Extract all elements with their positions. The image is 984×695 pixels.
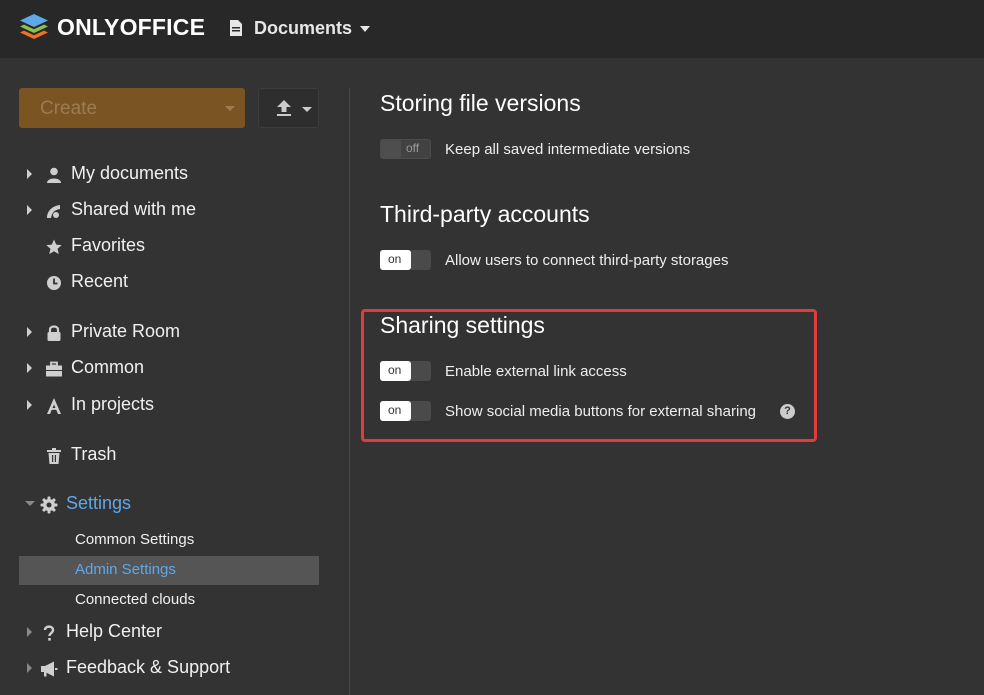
help-icon[interactable]: ? <box>780 404 795 419</box>
expand-arrow-icon[interactable] <box>27 327 32 337</box>
sidebar-item-label: Shared with me <box>71 199 197 219</box>
sidebar-item-label: Favorites <box>71 235 146 255</box>
sidebar-subitem-common-settings[interactable]: Common Settings <box>19 526 319 555</box>
sidebar-item-common[interactable]: Common <box>0 354 330 384</box>
sidebar-item-in-projects[interactable]: In projects <box>0 391 330 421</box>
keep-versions-toggle[interactable]: off <box>380 139 431 159</box>
lock-icon <box>47 325 61 341</box>
sidebar-item-favorites[interactable]: Favorites <box>0 232 330 262</box>
toggle-state: off <box>406 141 420 155</box>
section-title-storing-file-versions: Storing file versions <box>380 90 581 116</box>
sidebar-item-feedback-support[interactable]: Feedback & Support <box>0 654 330 684</box>
question-icon <box>43 625 55 641</box>
third-party-storages-label: Allow users to connect third-party stora… <box>445 252 729 269</box>
module-switcher-label[interactable]: Documents <box>254 18 352 39</box>
sidebar-item-shared-with-me[interactable]: Shared with me <box>0 196 330 226</box>
upload-button[interactable] <box>258 88 319 128</box>
sidebar-item-label: Common <box>71 357 145 377</box>
clock-icon <box>47 276 61 290</box>
brand-name[interactable]: ONLYOFFICE <box>57 14 205 41</box>
section-title-sharing-settings: Sharing settings <box>380 312 545 338</box>
sidebar-item-label: Feedback & Support <box>66 657 231 677</box>
sidebar-item-label: Help Center <box>66 621 163 641</box>
sidebar-item-label: Private Room <box>71 321 181 341</box>
sidebar-item-recent[interactable]: Recent <box>0 268 330 298</box>
create-button-label: Create <box>40 98 98 119</box>
document-icon <box>230 20 242 36</box>
toggle-state: on <box>388 363 402 377</box>
section-title-third-party-accounts: Third-party accounts <box>380 201 590 227</box>
sidebar-subitem-connected-clouds[interactable]: Connected clouds <box>19 586 319 615</box>
social-media-buttons-label: Show social media buttons for external s… <box>445 403 757 420</box>
toggle-knob <box>381 140 401 158</box>
trash-icon <box>47 448 61 464</box>
expand-arrow-icon[interactable] <box>27 205 32 215</box>
sidebar-item-private-room[interactable]: Private Room <box>0 318 330 348</box>
chevron-down-icon[interactable] <box>360 26 370 32</box>
projects-icon <box>47 398 61 414</box>
expand-arrow-icon[interactable] <box>27 363 32 373</box>
sidebar-item-label: In projects <box>71 394 155 414</box>
third-party-storages-toggle[interactable]: on <box>380 250 431 270</box>
person-icon <box>47 167 61 183</box>
toggle-state: on <box>388 403 402 417</box>
sidebar-item-label: Recent <box>71 271 129 291</box>
briefcase-icon <box>46 361 62 377</box>
star-icon <box>46 239 62 255</box>
expand-arrow-icon[interactable] <box>27 400 32 410</box>
sidebar-item-label: Settings <box>66 493 132 513</box>
sidebar-item-help-center[interactable]: Help Center <box>0 618 330 648</box>
sidebar-divider <box>349 88 350 695</box>
sidebar-item-trash[interactable]: Trash <box>0 441 330 471</box>
share-icon <box>47 205 60 218</box>
sidebar-subitem-label: Connected clouds <box>75 591 196 608</box>
toggle-state: on <box>388 252 402 266</box>
collapse-arrow-icon[interactable] <box>25 501 35 506</box>
sidebar-item-label: My documents <box>71 163 189 183</box>
onlyoffice-logo-icon[interactable] <box>18 12 50 44</box>
megaphone-icon <box>41 661 58 677</box>
expand-arrow-icon[interactable] <box>27 627 32 637</box>
sidebar-subitem-label: Admin Settings <box>75 561 176 578</box>
gear-icon <box>40 496 58 514</box>
top-bar: ONLYOFFICE Documents <box>0 0 984 58</box>
sidebar-subitem-admin-settings[interactable]: Admin Settings <box>19 556 319 585</box>
expand-arrow-icon[interactable] <box>27 663 32 673</box>
sidebar-item-my-documents[interactable]: My documents <box>0 160 330 190</box>
sidebar-subitem-label: Common Settings <box>75 531 195 548</box>
keep-versions-label: Keep all saved intermediate versions <box>445 141 691 158</box>
chevron-down-icon <box>302 107 312 112</box>
external-link-access-toggle[interactable]: on <box>380 361 431 381</box>
chevron-down-icon <box>225 106 235 111</box>
sidebar-item-settings[interactable]: Settings <box>0 490 330 520</box>
expand-arrow-icon[interactable] <box>27 169 32 179</box>
create-button[interactable]: Create <box>19 88 245 128</box>
sidebar-item-label: Trash <box>71 444 117 464</box>
upload-icon <box>277 100 291 116</box>
social-media-buttons-toggle[interactable]: on <box>380 401 431 421</box>
external-link-access-label: Enable external link access <box>445 363 627 380</box>
